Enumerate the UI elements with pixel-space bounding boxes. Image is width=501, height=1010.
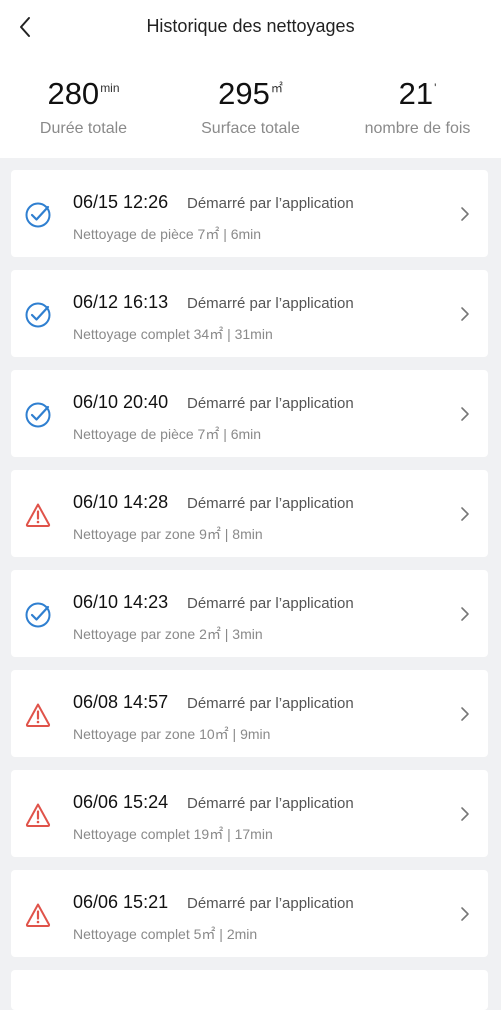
record-datetime: 06/15 12:26 (73, 192, 169, 212)
record-detail: Nettoyage complet 34㎡ | 31min (73, 326, 273, 342)
stat-unit: min (100, 81, 120, 95)
record-datetime: 06/12 16:13 (73, 292, 169, 312)
stat-unit: ' (434, 81, 437, 95)
record-source: Démarré par l’application (187, 295, 354, 312)
stats-summary: 280min Durée totale 295㎡ Surface totale … (0, 70, 501, 150)
record-detail: Nettoyage de pièce 7㎡ | 6min (73, 426, 262, 442)
stat-label: nombre de fois (364, 120, 471, 137)
record-datetime: 06/06 15:24 (73, 792, 169, 812)
record-source: Démarré par l’application (187, 195, 354, 212)
record-source: Démarré par l’application (187, 895, 354, 912)
chevron-right-icon (461, 807, 469, 821)
record-source: Démarré par l’application (187, 495, 354, 512)
header: Historique des nettoyages 280min Durée t… (0, 0, 501, 158)
record-datetime: 06/10 14:23 (73, 592, 169, 612)
check-icon (24, 401, 52, 429)
chevron-right-icon (461, 707, 469, 721)
stat-value: 21 (398, 76, 434, 111)
history-record[interactable]: 06/10 14:28 Démarré par l’application Ne… (11, 470, 488, 557)
warning-icon (24, 701, 52, 729)
stat-label: Durée totale (39, 120, 128, 137)
history-record[interactable]: 06/10 20:40 Démarré par l’application Ne… (11, 370, 488, 457)
chevron-right-icon (461, 207, 469, 221)
stat-count: 21' nombre de fois (334, 70, 501, 138)
record-source: Démarré par l’application (187, 695, 354, 712)
record-datetime: 06/10 14:28 (73, 492, 169, 512)
check-icon (24, 201, 52, 229)
history-record-partial[interactable] (11, 970, 488, 1010)
stat-value: 295 (218, 76, 270, 111)
record-source: Démarré par l’application (187, 595, 354, 612)
chevron-right-icon (461, 607, 469, 621)
record-source: Démarré par l’application (187, 795, 354, 812)
record-detail: Nettoyage complet 19㎡ | 17min (73, 826, 273, 842)
warning-icon (24, 501, 52, 529)
record-datetime: 06/06 15:21 (73, 892, 169, 912)
record-datetime: 06/10 20:40 (73, 392, 169, 412)
check-icon (24, 301, 52, 329)
history-record[interactable]: 06/15 12:26 Démarré par l’application Ne… (11, 170, 488, 257)
record-datetime: 06/08 14:57 (73, 692, 169, 712)
chevron-right-icon (461, 907, 469, 921)
stat-label: Surface totale (201, 120, 300, 137)
record-detail: Nettoyage par zone 10㎡ | 9min (73, 726, 271, 742)
chevron-right-icon (461, 307, 469, 321)
record-detail: Nettoyage complet 5㎡ | 2min (73, 926, 258, 942)
record-source: Démarré par l’application (187, 395, 354, 412)
page-title: Historique des nettoyages (146, 16, 355, 36)
history-record[interactable]: 06/06 15:21 Démarré par l’application Ne… (11, 870, 488, 957)
history-record[interactable]: 06/12 16:13 Démarré par l’application Ne… (11, 270, 488, 357)
stat-total-area: 295㎡ Surface totale (167, 70, 334, 138)
record-detail: Nettoyage par zone 2㎡ | 3min (73, 626, 263, 642)
stat-unit: ㎡ (270, 81, 283, 95)
history-record[interactable]: 06/08 14:57 Démarré par l’application Ne… (11, 670, 488, 757)
cleaning-history-list: 06/15 12:26 Démarré par l’application Ne… (11, 170, 488, 970)
record-detail: Nettoyage de pièce 7㎡ | 6min (73, 226, 262, 242)
check-icon (24, 601, 52, 629)
chevron-right-icon (461, 507, 469, 521)
record-detail: Nettoyage par zone 9㎡ | 8min (73, 526, 263, 542)
warning-icon (24, 901, 52, 929)
stat-total-duration: 280min Durée totale (0, 70, 167, 138)
history-record[interactable]: 06/10 14:23 Démarré par l’application Ne… (11, 570, 488, 657)
warning-icon (24, 801, 52, 829)
chevron-right-icon (461, 407, 469, 421)
stat-value: 280 (47, 76, 100, 111)
history-record[interactable]: 06/06 15:24 Démarré par l’application Ne… (11, 770, 488, 857)
